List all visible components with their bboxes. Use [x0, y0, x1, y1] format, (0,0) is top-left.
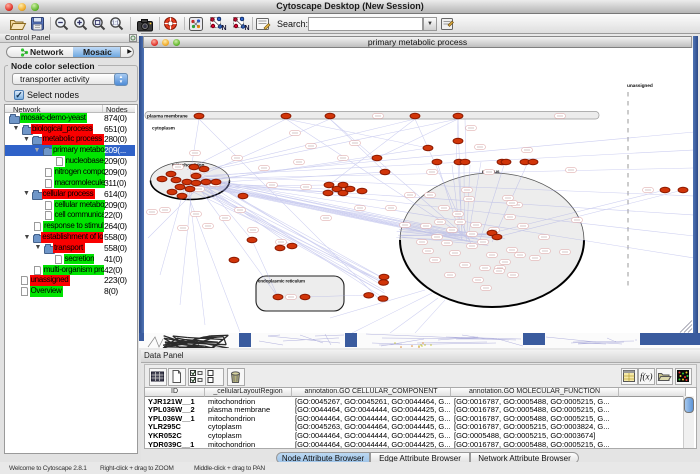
svg-text:plasma membrane: plasma membrane — [147, 114, 188, 120]
svg-text:N: N — [245, 25, 250, 32]
svg-text:endoplasmic reticulum: endoplasmic reticulum — [258, 279, 305, 284]
svg-text:1:1: 1:1 — [112, 21, 119, 27]
svg-text:unassigned: unassigned — [627, 83, 653, 89]
svg-text:N: N — [222, 25, 227, 32]
svg-text:f(x): f(x) — [640, 372, 653, 382]
svg-text:cytoplasm: cytoplasm — [152, 126, 175, 132]
